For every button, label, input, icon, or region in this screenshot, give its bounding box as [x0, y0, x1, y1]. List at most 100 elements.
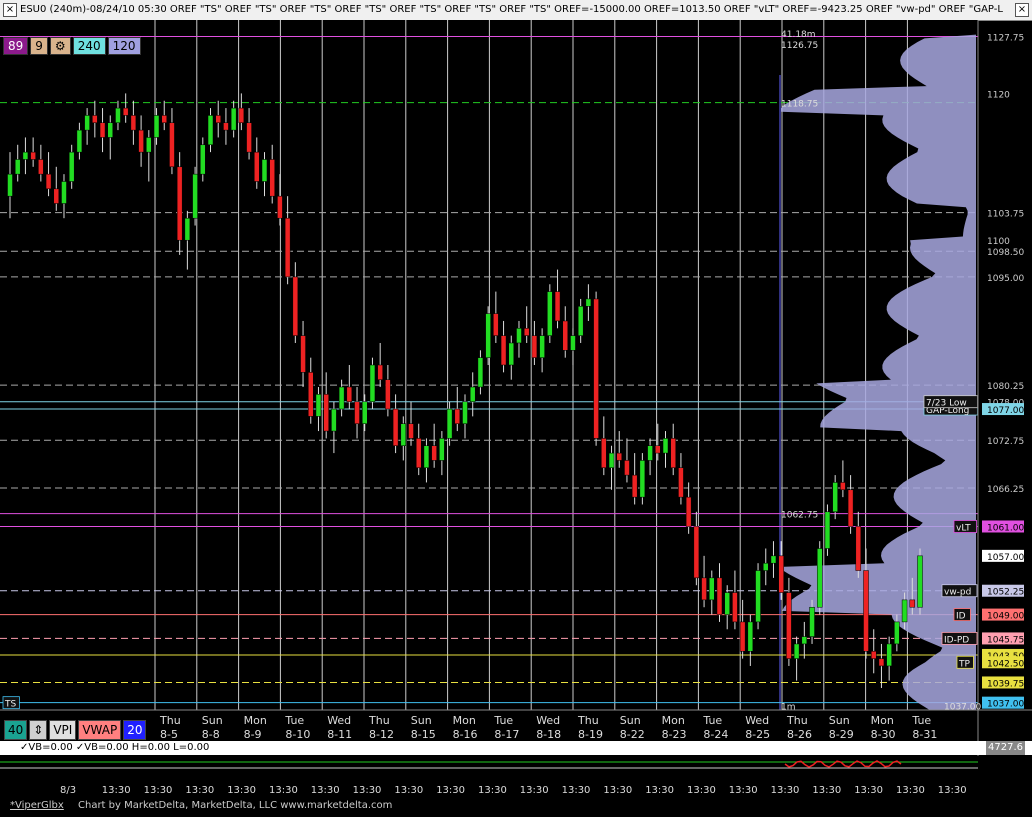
- candle-body: [423, 445, 430, 469]
- candle-body: [739, 621, 746, 652]
- timeframe-button[interactable]: 89: [3, 37, 29, 55]
- candle-body: [840, 482, 846, 491]
- candle-body: [369, 364, 376, 402]
- x-day-label: Sun: [202, 714, 223, 727]
- candle-body: [747, 621, 754, 652]
- x-date-label: 8-12: [369, 728, 394, 741]
- candle-body: [724, 592, 730, 615]
- candle-body: [346, 386, 353, 402]
- x-date-label: 8-11: [327, 728, 352, 741]
- x-date-label: 8-17: [494, 728, 519, 741]
- price-label: 1080.25: [987, 382, 1024, 392]
- candle-body: [454, 408, 461, 424]
- x-day-label: Mon: [662, 714, 685, 727]
- candle-body: [161, 115, 167, 124]
- candle-body: [809, 606, 815, 637]
- candle-body: [601, 438, 607, 469]
- x-date-label: 8-26: [787, 728, 812, 741]
- timeframe-button[interactable]: 9: [30, 37, 48, 55]
- candle-body: [608, 452, 615, 469]
- candle-body: [639, 460, 646, 498]
- x-day-label: Mon: [453, 714, 476, 727]
- candle-body: [323, 394, 329, 432]
- x-date-label: 8-23: [662, 728, 687, 741]
- profile-label: 1062.75: [781, 511, 818, 521]
- candle-body: [801, 636, 808, 645]
- x-day-label: Tue: [493, 714, 513, 727]
- x-time-label: 13:30: [227, 785, 256, 796]
- x-day-label: Tue: [911, 714, 931, 727]
- candle-body: [107, 122, 114, 138]
- candle-body: [207, 115, 214, 146]
- candle-body: [53, 188, 60, 204]
- ref-label: 7/23 Low: [926, 399, 967, 409]
- x-date-label: 8-24: [703, 728, 728, 741]
- profile-label: 1118.75: [781, 100, 818, 110]
- price-label: 1042.50: [987, 659, 1024, 669]
- x-time-label: 13:30: [520, 785, 549, 796]
- candle-body: [523, 328, 530, 336]
- candle-body: [786, 592, 792, 659]
- candle-body: [485, 313, 491, 358]
- candle-body: [616, 452, 622, 461]
- x-time-label: 13:30: [353, 785, 382, 796]
- candle-body: [439, 438, 445, 461]
- price-label: 1066.25: [987, 485, 1024, 495]
- candle-body: [778, 555, 784, 593]
- chart-tool-button[interactable]: ⇕: [29, 720, 48, 740]
- x-time-label: 13:30: [102, 785, 131, 796]
- price-label: 1049.00: [987, 612, 1024, 622]
- chart-tool-button[interactable]: 40: [4, 720, 28, 740]
- chart-tool-button[interactable]: VWAP: [78, 720, 122, 740]
- chart-tool-button[interactable]: VPI: [49, 720, 77, 740]
- candle-body: [477, 357, 484, 388]
- timeframe-button[interactable]: ⚙: [49, 37, 71, 55]
- candle-body: [909, 599, 916, 608]
- candle-body: [338, 386, 345, 410]
- candle-body: [647, 445, 653, 461]
- candle-body: [284, 217, 291, 278]
- footer: *ViperGlbx Chart by MarketDelta, MarketD…: [0, 797, 1032, 817]
- x-date-label: 8-25: [745, 728, 770, 741]
- candle-body: [184, 217, 191, 241]
- candle-body: [115, 107, 121, 124]
- timeframe-button[interactable]: 120: [107, 37, 141, 55]
- x-day-label: Wed: [745, 714, 769, 727]
- candle-body: [122, 107, 129, 116]
- x-day-label: Thu: [577, 714, 599, 727]
- profile-label: 1037.00: [944, 703, 981, 713]
- price-chart[interactable]: 1127.75 1120 1103.75 11001098.50 1095.00 1080…: [0, 0, 1032, 817]
- price-label: 1061.00: [987, 523, 1024, 533]
- candle-body: [816, 548, 823, 608]
- candle-body: [300, 335, 306, 373]
- x-day-label: Mon: [244, 714, 267, 727]
- timeframe-toolbar: 89 9 ⚙ 240 120: [3, 37, 141, 55]
- candle-body: [655, 445, 661, 454]
- x-date-label: 8-22: [620, 728, 645, 741]
- candle-body: [277, 195, 283, 219]
- chart-tool-button[interactable]: 20: [123, 720, 147, 740]
- candle-body: [76, 129, 83, 153]
- candle-body: [331, 408, 337, 432]
- candle-body: [130, 115, 137, 131]
- candle-body: [45, 173, 52, 190]
- candle-body: [732, 592, 738, 623]
- timeframe-button[interactable]: 240: [72, 37, 106, 55]
- x-time-label: 13:30: [436, 785, 465, 796]
- x-day-label: Sun: [620, 714, 641, 727]
- x-day-label: Thu: [159, 714, 181, 727]
- candle-body: [469, 386, 476, 402]
- candle-body: [662, 438, 669, 454]
- candle-body: [516, 328, 522, 344]
- x-time-label: 13:30: [771, 785, 800, 796]
- price-label: 1072.75: [987, 437, 1024, 447]
- candle-body: [68, 151, 75, 182]
- candle-body: [30, 151, 36, 160]
- candle-body: [361, 401, 368, 424]
- candle-body: [493, 313, 499, 336]
- candle-body: [593, 298, 599, 439]
- ref-label: TS: [4, 700, 16, 710]
- candle-body: [539, 335, 545, 358]
- candle-body: [223, 122, 229, 131]
- candle-body: [146, 137, 152, 153]
